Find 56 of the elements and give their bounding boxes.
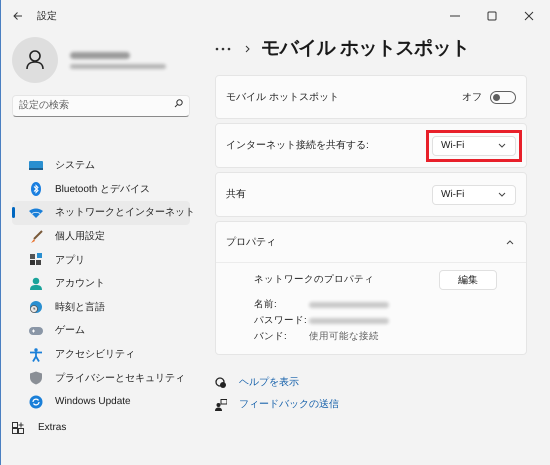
person-icon — [26, 50, 44, 70]
accessibility-icon — [29, 348, 43, 362]
sidebar-item[interactable]: アプリ — [12, 248, 190, 272]
sidebar-item[interactable]: Extras — [4, 416, 198, 440]
toggle-state: オフ — [462, 90, 482, 104]
window-title: 設定 — [37, 10, 57, 24]
grid-plus-icon — [12, 422, 24, 434]
bluetooth-icon — [29, 182, 43, 196]
sidebar-item[interactable]: プライバシーとセキュリティ — [12, 366, 190, 390]
setting-label: インターネット接続を共有する: — [226, 138, 369, 153]
brush-icon — [29, 230, 43, 244]
sidebar-item[interactable]: Bluetooth とデバイス — [12, 178, 190, 202]
sidebar-item[interactable]: Windows Update — [12, 390, 190, 414]
property-label: 名前: — [254, 298, 278, 311]
close-icon[interactable] — [524, 11, 534, 21]
chevron-up-icon[interactable] — [506, 240, 514, 244]
chevron-down-icon — [498, 143, 506, 148]
setting-label: 共有 — [226, 188, 246, 202]
help-icon — [215, 376, 227, 388]
more-icon[interactable] — [215, 47, 231, 51]
shield-icon — [29, 371, 43, 386]
toggle-switch[interactable] — [490, 90, 516, 104]
back-icon[interactable] — [13, 11, 23, 21]
chevron-down-icon — [498, 192, 506, 197]
person-icon — [29, 276, 43, 291]
wifi-icon — [29, 206, 43, 220]
property-value: 使用可能な接続 — [309, 330, 380, 343]
search-field[interactable]: 設定の検索 — [12, 94, 190, 116]
edit-button[interactable]: 編集 — [439, 270, 497, 290]
maximize-icon[interactable] — [487, 11, 497, 21]
avatar[interactable] — [12, 37, 58, 83]
dropdown[interactable]: Wi-Fi — [432, 184, 516, 204]
setting-label: プロパティ — [226, 236, 276, 250]
sidebar-item[interactable]: システム — [12, 154, 190, 178]
setting-label: モバイル ホットスポット — [226, 90, 339, 104]
sidebar-item[interactable]: ゲーム — [12, 319, 190, 343]
sync-icon — [29, 394, 43, 409]
link[interactable]: ヘルプを表示 — [239, 375, 299, 390]
section-label: ネットワークのプロパティ — [254, 272, 374, 287]
chevron-right-icon — [245, 45, 250, 53]
monitor-icon — [29, 158, 43, 173]
sidebar-item[interactable]: 時刻と言語 — [12, 296, 190, 320]
sidebar-item[interactable]: アカウント — [12, 272, 190, 296]
property-label: バンド: — [254, 330, 288, 343]
apps-icon — [29, 253, 43, 268]
feedback-icon — [215, 398, 227, 410]
page-title: モバイル ホットスポット — [261, 36, 470, 61]
link[interactable]: フィードバックの送信 — [239, 397, 339, 412]
sidebar-item[interactable]: 個人用設定 — [12, 224, 190, 248]
sidebar-item[interactable]: ネットワークとインターネット — [12, 201, 190, 225]
property-label: パスワード: — [254, 314, 308, 327]
selection-indicator — [12, 207, 15, 218]
search-icon[interactable] — [174, 99, 183, 108]
clock-globe-icon — [29, 300, 43, 314]
sidebar-item[interactable]: アクセシビリティ — [12, 342, 190, 366]
dropdown[interactable]: Wi-Fi — [432, 136, 516, 156]
